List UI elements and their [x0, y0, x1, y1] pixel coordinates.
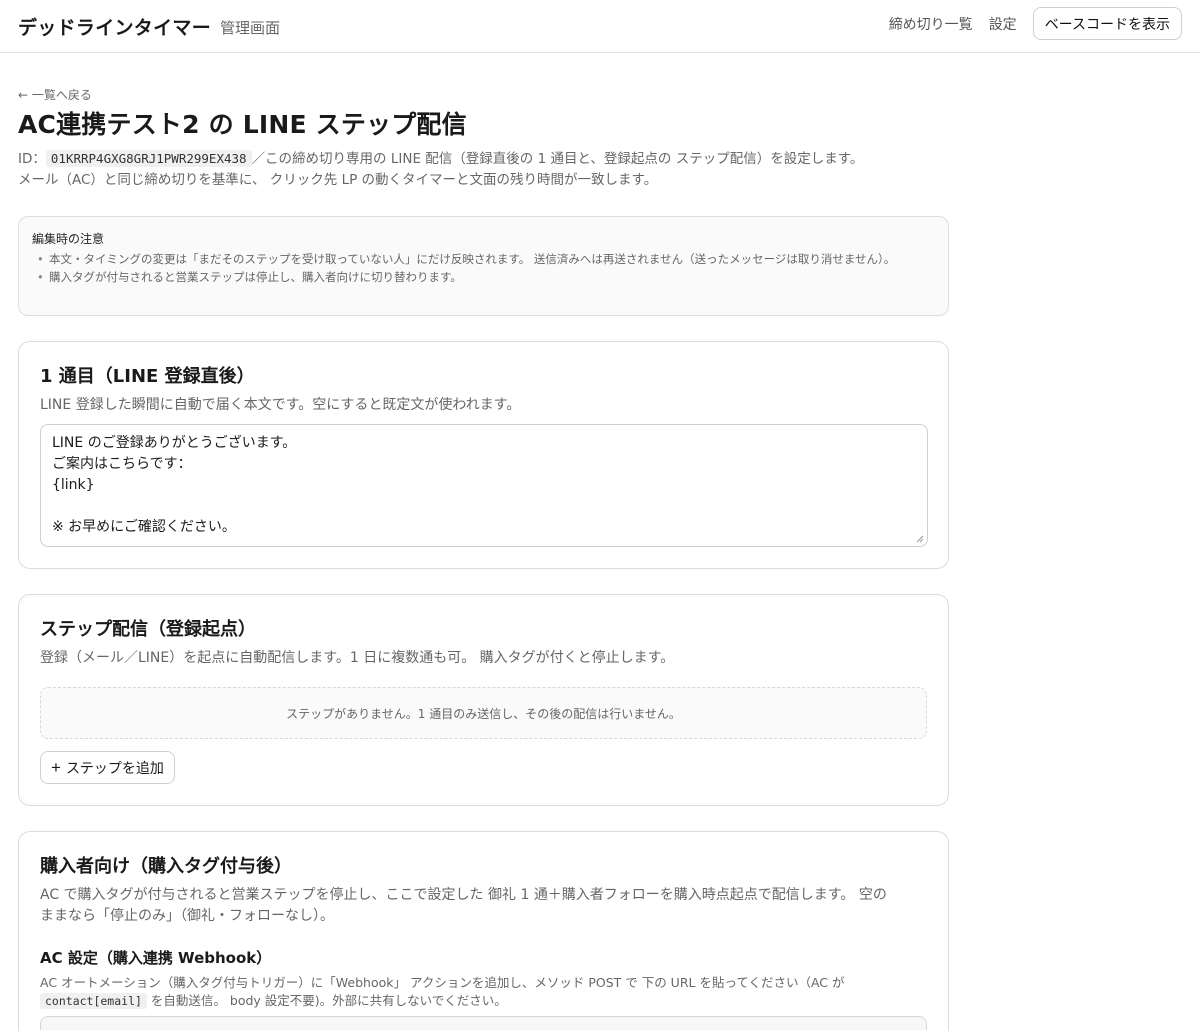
notice-list: 本文・タイミングの変更は「まだそのステップを受け取っていない人」にだけ反映されま… — [32, 250, 936, 286]
purchaser-description-line-1: AC で購入タグが付与されると営業ステップを停止し、ここで設定した 御礼 1 通… — [40, 887, 887, 903]
purchaser-title: 購入者向け（購入タグ付与後） — [40, 856, 292, 877]
ac-settings-description: AC オートメーション（購入タグ付与トリガー）に「Webhook」 アクションを… — [40, 974, 927, 1010]
app-subtitle: 管理画面 — [220, 19, 281, 37]
ac-description-line-2: を自動送信。 body 設定不要)。外部に共有しないでください。 — [150, 993, 507, 1008]
step-delivery-description: 登録（メール／LINE）を起点に自動配信します。1 日に複数通も可。 購入タグが… — [40, 650, 675, 666]
add-step-label: ステップを追加 — [65, 759, 164, 776]
webhook-url-field[interactable] — [40, 1016, 927, 1030]
step-delivery-card: ステップ配信（登録起点） 登録（メール／LINE）を起点に自動配信します。1 日… — [18, 594, 949, 806]
show-base-code-button[interactable]: ベースコードを表示 — [1032, 7, 1182, 40]
nav-deadlines-link[interactable]: 締め切り一覧 — [889, 14, 973, 34]
step-delivery-title: ステップ配信（登録起点） — [40, 619, 256, 640]
purchaser-description: AC で購入タグが付与されると営業ステップを停止し、ここで設定した 御礼 1 通… — [40, 885, 927, 927]
nav-settings-link[interactable]: 設定 — [989, 14, 1017, 34]
notice-item: 本文・タイミングの変更は「まだそのステップを受け取っていない人」にだけ反映されま… — [32, 250, 936, 268]
description-line-1: ／この締め切り専用の LINE 配信（登録直後の 1 通目と、登録起点の ステッ… — [251, 151, 864, 167]
resize-handle-icon[interactable] — [916, 535, 924, 543]
contact-email-code: contact[email] — [40, 993, 147, 1009]
id-label: ID： — [18, 151, 46, 167]
plus-icon: + — [51, 758, 61, 777]
deadline-id: 01KRRP4GXG8GRJ1PWR299EX438 — [45, 150, 252, 167]
add-step-button[interactable]: + ステップを追加 — [40, 751, 175, 784]
ac-settings-title: AC 設定（購入連携 Webhook） — [40, 949, 272, 967]
editing-notice: 編集時の注意 本文・タイミングの変更は「まだそのステップを受け取っていない人」に… — [18, 216, 949, 316]
top-nav: 締め切り一覧 設定 ベースコードを表示 — [889, 7, 1182, 40]
purchaser-description-line-2: ままなら「停止のみ」（御礼・フォローなし）。 — [40, 908, 334, 924]
page-description: ID： 01KRRP4GXG8GRJ1PWR299EX438 ／この締め切り専用の … — [18, 148, 949, 191]
top-bar: デッドラインタイマー 管理画面 締め切り一覧 設定 ベースコードを表示 — [0, 0, 1200, 53]
ac-description-line-1: AC オートメーション（購入タグ付与トリガー）に「Webhook」 アクションを… — [40, 975, 845, 990]
first-message-title: 1 通目（LINE 登録直後） — [40, 366, 255, 387]
first-message-textarea[interactable]: LINE のご登録ありがとうございます。 ご案内はこちらです： {link} ※… — [40, 424, 928, 547]
page-title: AC連携テスト2 の LINE ステップ配信 — [18, 110, 467, 139]
first-message-description: LINE 登録した瞬間に自動で届く本文です。空にすると既定文が使われます。 — [40, 397, 521, 413]
first-message-card: 1 通目（LINE 登録直後） LINE 登録した瞬間に自動で届く本文です。空に… — [18, 341, 949, 569]
steps-empty-state: ステップがありません。1 通目のみ送信し、その後の配信は行いません。 — [40, 687, 927, 739]
description-line-2: メール（AC）と同じ締め切りを基準に、 クリック先 LP の動くタイマーと文面の… — [18, 172, 658, 188]
main-content: ← 一覧へ戻る AC連携テスト2 の LINE ステップ配信 ID： 01KRRP… — [18, 53, 949, 1031]
notice-title: 編集時の注意 — [32, 232, 105, 246]
back-to-list-link[interactable]: ← 一覧へ戻る — [18, 86, 949, 103]
notice-item: 購入タグが付与されると営業ステップは停止し、購入者向けに切り替わります。 — [32, 268, 936, 286]
app-brand[interactable]: デッドラインタイマー — [18, 13, 211, 40]
purchaser-card: 購入者向け（購入タグ付与後） AC で購入タグが付与されると営業ステップを停止し… — [18, 831, 949, 1031]
